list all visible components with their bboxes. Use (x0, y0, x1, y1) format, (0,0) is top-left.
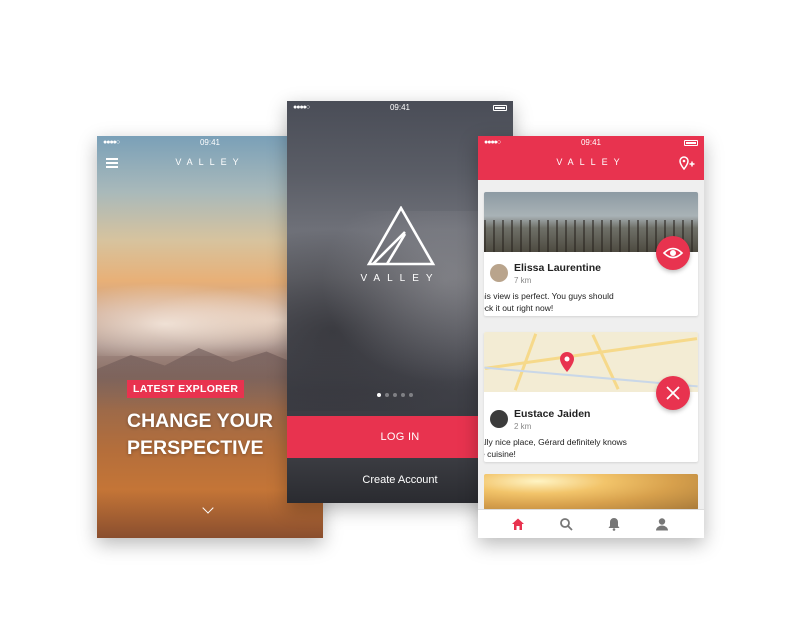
app-logo-text: VALLEY (556, 157, 626, 167)
status-time: 09:41 (199, 138, 221, 147)
status-bar: ●●●●○ 09:41 (478, 136, 704, 150)
status-time: 09:41 (389, 103, 411, 112)
bell-icon[interactable] (607, 517, 621, 531)
post-photo[interactable] (484, 474, 698, 510)
tab-bar (478, 509, 704, 538)
page-dot[interactable] (401, 393, 405, 397)
eye-icon[interactable] (656, 236, 690, 270)
page-dot[interactable] (377, 393, 381, 397)
search-icon[interactable] (559, 517, 573, 531)
post-comment: his view is perfect. You guys should eck… (484, 291, 614, 313)
battery-icon (493, 105, 507, 111)
battery-icon (684, 140, 698, 146)
avatar[interactable] (490, 264, 508, 282)
latest-explorer-badge[interactable]: LATEST EXPLORER (127, 380, 245, 398)
status-time: 09:41 (580, 138, 602, 147)
pin-plus-icon[interactable] (679, 156, 695, 170)
post-card[interactable]: Elissa Laurentine 7 km his view is perfe… (484, 192, 698, 316)
profile-icon[interactable] (655, 517, 669, 531)
signal-icon: ●●●●○ (103, 139, 120, 146)
post-comment: ally nice place, Gérard definitely knows… (484, 437, 627, 459)
fork-knife-icon[interactable] (656, 376, 690, 410)
page-dot[interactable] (393, 393, 397, 397)
post-username[interactable]: Eustace Jaiden (514, 408, 590, 420)
post-card[interactable]: Eustace Jaiden 2 km ally nice place, Gér… (484, 332, 698, 462)
avatar[interactable] (490, 410, 508, 428)
post-distance: 2 km (514, 422, 532, 431)
status-bar: ●●●●○ 09:41 (287, 101, 513, 115)
chevron-down-icon[interactable] (202, 502, 214, 514)
home-icon[interactable] (511, 517, 525, 531)
page-indicator[interactable] (377, 384, 417, 397)
valley-triangle-logo (366, 206, 436, 266)
post-username[interactable]: Elissa Laurentine (514, 262, 601, 274)
page-dot[interactable] (385, 393, 389, 397)
post-distance: 7 km (514, 276, 532, 285)
signal-icon: ●●●●○ (484, 139, 501, 146)
signal-icon: ●●●●○ (293, 104, 310, 111)
page-dot[interactable] (409, 393, 413, 397)
feed-screen: ●●●●○ 09:41 VALLEY Elissa Laurentine 7 k… (478, 136, 704, 538)
app-header: ●●●●○ 09:41 VALLEY (478, 136, 704, 180)
map-pin-icon (560, 352, 574, 372)
